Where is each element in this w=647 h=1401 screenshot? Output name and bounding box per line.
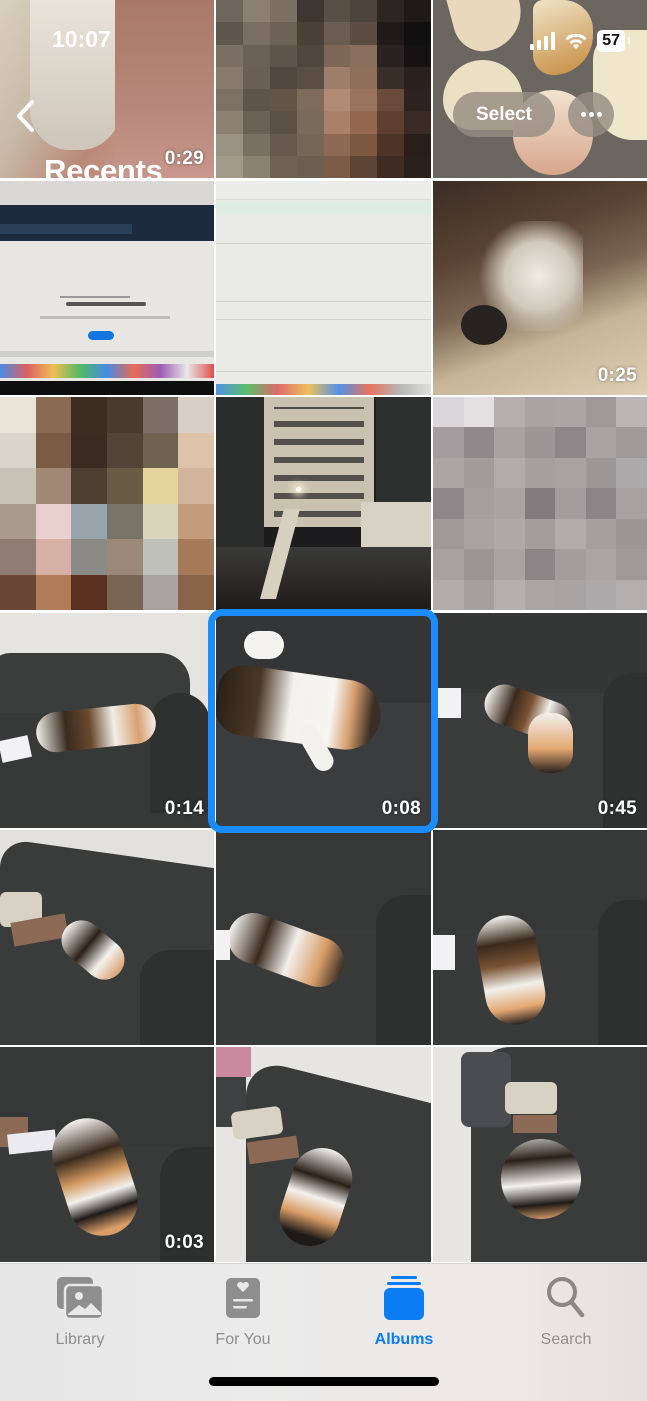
photo-tile[interactable]: 0:14: [0, 613, 214, 828]
more-options-button[interactable]: [568, 92, 614, 137]
back-button[interactable]: [12, 96, 42, 136]
tab-label: Library: [55, 1331, 105, 1348]
tile-image: [216, 301, 431, 302]
tile-image: [216, 384, 431, 395]
photo-tile-selected[interactable]: 0:08: [216, 613, 431, 828]
cellular-signal-icon: [530, 32, 556, 50]
ellipsis-icon: [580, 112, 586, 117]
tile-image: [433, 688, 461, 718]
pixelated-image: [433, 397, 647, 610]
tab-label: For You: [215, 1331, 271, 1348]
photo-tile[interactable]: [0, 830, 214, 1045]
tile-image: [0, 224, 132, 234]
video-duration: 0:14: [164, 798, 204, 819]
tile-image: [216, 243, 431, 244]
tile-image: [216, 547, 431, 610]
tile-image: [216, 397, 264, 547]
battery-icon: 57: [597, 30, 630, 52]
tile-image: [598, 900, 647, 1045]
video-duration: 0:25: [597, 365, 637, 386]
albums-icon: [384, 1276, 424, 1320]
wifi-icon: [565, 33, 587, 49]
photo-tile[interactable]: 0:45: [433, 613, 647, 828]
tile-image: [376, 895, 431, 1045]
tab-label: Search: [540, 1331, 592, 1348]
tile-image: [216, 371, 431, 372]
video-duration: 0:08: [381, 798, 421, 819]
status-icons: 57: [530, 30, 630, 52]
search-icon: [547, 1277, 585, 1318]
ellipsis-dot: [596, 112, 602, 117]
tab-library[interactable]: Library: [20, 1274, 140, 1349]
photo-tile[interactable]: [216, 397, 431, 610]
tile-image: [446, 0, 530, 59]
tile-image: [216, 319, 431, 320]
tile-image: [0, 364, 214, 378]
tile-image: [528, 713, 573, 773]
tab-albums[interactable]: Albums: [344, 1274, 464, 1349]
photo-tile[interactable]: [0, 397, 214, 610]
page-title: Recents: [44, 153, 163, 188]
tile-image: [60, 266, 130, 298]
tile-image: [216, 181, 431, 200]
photo-tile[interactable]: [216, 181, 431, 395]
tile-image: [505, 1082, 557, 1114]
tile-image: [216, 201, 431, 215]
photo-tile[interactable]: 0:03: [0, 1047, 214, 1262]
tile-image: [461, 305, 507, 345]
photo-tile[interactable]: [433, 1047, 647, 1262]
tile-image: [40, 316, 170, 319]
tile-image: [244, 631, 284, 659]
chevron-left-icon: [17, 100, 34, 132]
tile-image: [0, 205, 214, 241]
tile-image: [66, 302, 146, 306]
tile-image: [140, 950, 214, 1045]
tab-search[interactable]: Search: [506, 1274, 626, 1349]
tile-image: [513, 1115, 557, 1133]
photo-tile[interactable]: [433, 397, 647, 610]
select-button[interactable]: Select: [453, 92, 555, 137]
tile-image: [0, 351, 214, 357]
video-duration: 0:29: [164, 148, 204, 169]
home-indicator: [209, 1377, 439, 1386]
photo-grid: 0:29 0:25 0:14 0:08 0:45 0:03: [0, 0, 647, 1263]
tile-image: [274, 407, 364, 517]
photo-tile[interactable]: [216, 1047, 431, 1262]
tile-image: [461, 1052, 511, 1127]
battery-level: 57: [602, 32, 620, 49]
photo-tile[interactable]: 0:25: [433, 181, 647, 395]
photo-library-icon: [57, 1277, 105, 1321]
video-duration: 0:45: [597, 798, 637, 819]
tile-image: [0, 381, 214, 395]
photo-tile[interactable]: [216, 830, 431, 1045]
video-duration: 0:03: [164, 1232, 204, 1253]
status-time: 10:07: [52, 26, 111, 52]
tab-for-you[interactable]: For You: [183, 1274, 303, 1349]
ellipsis-dot: [588, 112, 594, 117]
photo-tile[interactable]: [433, 0, 647, 178]
pixelated-image: [0, 397, 214, 610]
photo-tile[interactable]: [216, 0, 431, 178]
tile-image: [296, 487, 301, 492]
tile-image: [30, 0, 120, 150]
tab-label: Albums: [374, 1331, 434, 1348]
tile-image: [433, 935, 455, 970]
pixelated-image: [216, 0, 431, 178]
tile-image: [88, 331, 114, 340]
for-you-icon: [226, 1278, 260, 1318]
tile-image: [216, 930, 230, 960]
photo-tile[interactable]: [0, 181, 214, 395]
tile-image: [216, 1047, 251, 1077]
tile-image: [150, 693, 210, 813]
photo-tile[interactable]: [433, 830, 647, 1045]
tile-image: [7, 1129, 57, 1155]
